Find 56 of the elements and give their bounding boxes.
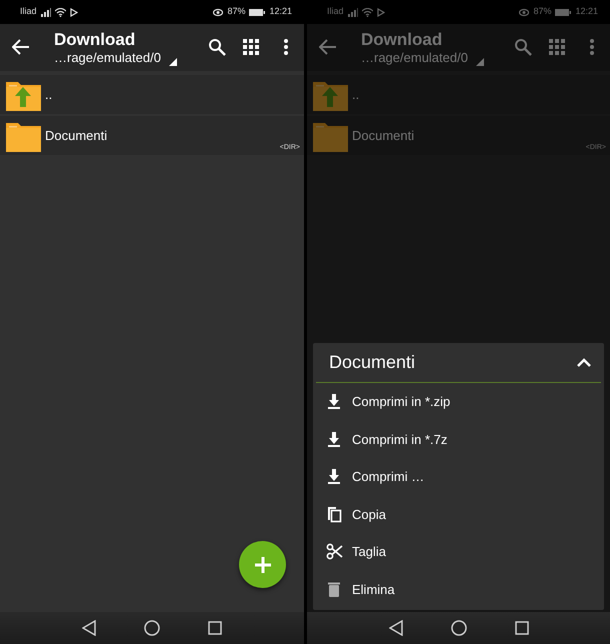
- eye-icon: [519, 8, 530, 16]
- more-icon: [590, 39, 594, 56]
- menu-item[interactable]: Comprimi in *.zip: [313, 383, 604, 420]
- plus-icon: [254, 556, 272, 574]
- signal-icon: [348, 8, 358, 16]
- add-button[interactable]: [239, 541, 286, 588]
- recents-nav-icon[interactable]: [514, 621, 528, 635]
- carrier-name: Iliad: [327, 5, 344, 18]
- copy-icon: [326, 506, 343, 523]
- battery-percent: 87%: [533, 5, 552, 18]
- recents-nav-icon[interactable]: [208, 621, 222, 635]
- more-icon: [284, 39, 288, 56]
- back-icon: [319, 39, 337, 56]
- battery-percent: 87%: [227, 5, 246, 18]
- menu-item[interactable]: Comprimi in *.7z: [313, 420, 604, 458]
- wifi-icon: [54, 8, 66, 16]
- play-icon: [70, 8, 78, 16]
- file-name: ..: [45, 86, 52, 104]
- home-nav-icon[interactable]: [144, 620, 160, 636]
- download-icon: [326, 393, 343, 410]
- menu-item[interactable]: Taglia: [313, 533, 604, 570]
- trash-icon: [326, 580, 343, 598]
- search-icon: [514, 38, 532, 56]
- battery-icon: [249, 8, 266, 16]
- file-name: ..: [352, 86, 360, 104]
- folder-title: Download: [54, 30, 136, 50]
- file-name: Documenti: [352, 126, 414, 145]
- grid-icon: [548, 38, 566, 56]
- clock: 12:21: [269, 5, 292, 18]
- folder-path: …rage/emulated/0: [361, 50, 468, 66]
- menu-item[interactable]: Elimina: [313, 570, 604, 608]
- menu-title: Documenti: [329, 351, 416, 374]
- signal-icon: [40, 8, 51, 16]
- folder-title: Download: [361, 30, 444, 50]
- back-nav-icon[interactable]: [82, 620, 96, 636]
- file-row[interactable]: ..: [0, 75, 304, 114]
- file-name: Documenti: [45, 126, 108, 145]
- carrier-name: Iliad: [20, 5, 37, 18]
- back-nav-icon[interactable]: [388, 620, 402, 636]
- download-icon: [326, 430, 343, 448]
- menu-item[interactable]: Copia: [313, 496, 604, 533]
- back-icon: [12, 39, 30, 56]
- eye-icon: [213, 8, 224, 16]
- play-icon: [376, 8, 385, 16]
- battery-icon: [555, 8, 572, 16]
- download-icon: [326, 468, 343, 486]
- wifi-icon: [362, 8, 373, 16]
- folder-path: …rage/emulated/0: [54, 50, 161, 66]
- dropdown-triangle-icon[interactable]: [168, 58, 177, 66]
- collapse-chevron-icon[interactable]: [577, 358, 591, 367]
- home-nav-icon[interactable]: [450, 620, 466, 636]
- menu-item[interactable]: Comprimi …: [313, 458, 604, 496]
- scissors-icon: [326, 543, 343, 560]
- search-icon: [208, 38, 226, 56]
- clock: 12:21: [575, 5, 598, 18]
- grid-icon: [242, 38, 260, 56]
